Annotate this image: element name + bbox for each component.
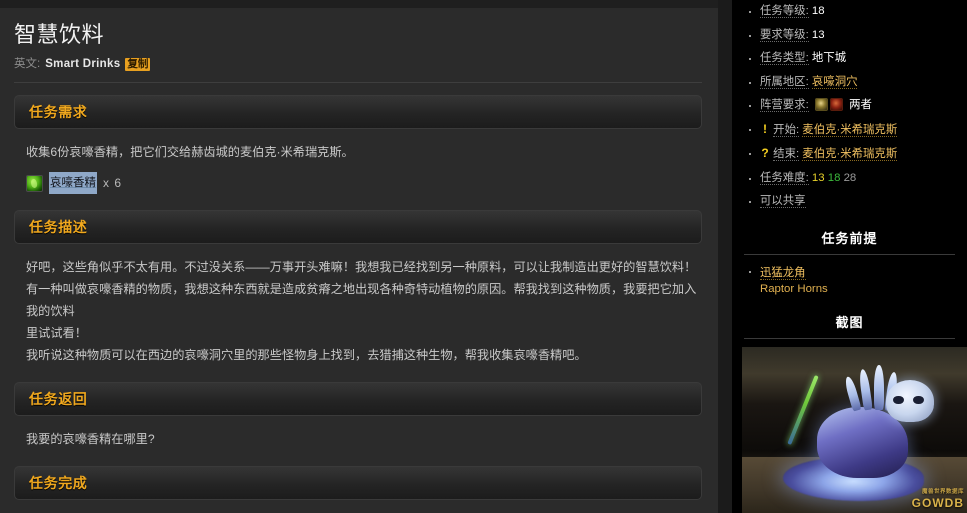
section-header-completion: 任务完成 (14, 466, 702, 500)
info-key-faction: 阵营要求: (760, 99, 809, 112)
info-key-quest-level: 任务等级: (760, 5, 809, 18)
herb-item-icon (26, 174, 43, 192)
prereq-list: 迅猛龙角 Raptor Horns (740, 263, 959, 298)
top-bar (0, 0, 718, 8)
section-title-description: 任务描述 (29, 219, 88, 235)
info-row-zone: 所属地区: 哀嚎洞穴 (746, 71, 959, 95)
section-header-return: 任务返回 (14, 382, 702, 416)
info-row-required-level: 要求等级: 13 (746, 24, 959, 48)
info-value-required-level: 13 (811, 28, 825, 41)
info-value-start-npc-link[interactable]: 麦伯克·米希瑞克斯 (802, 123, 898, 137)
description-line-3: 里试试看！ (26, 326, 87, 340)
watermark-text: GOWDB (911, 495, 964, 510)
exclamation-icon: ! (763, 121, 767, 136)
horde-icon (829, 98, 843, 111)
quest-info-list: 任务等级: 18 要求等级: 13 任务类型: 地下城 所属地区: 哀嚎洞穴 阵… (740, 0, 959, 214)
description-line-4: 我听说这种物质可以在西边的哀嚎洞穴里的那些怪物身上找到，去猎捕这种生物，帮我收集… (26, 348, 587, 362)
ghost-skull-shape (885, 380, 934, 423)
english-label: 英文: (14, 58, 41, 70)
screenshot-image[interactable]: 魔兽世界数据库 GOWDB (742, 346, 967, 513)
section-title-completion: 任务完成 (29, 475, 88, 491)
info-value-zone-link[interactable]: 哀嚎洞穴 (811, 75, 858, 89)
screenshot-divider (744, 337, 955, 339)
section-header-requirements: 任务需求 (14, 95, 702, 129)
info-row-shareable: 可以共享 (746, 190, 959, 214)
info-key-end: 结束: (773, 148, 800, 161)
description-line-1: 好吧，这些角似乎不太有用。不过没关系——万事开头难嘛！我想我已经找到另一种原料，… (26, 260, 697, 274)
quest-page: 智慧饮料 英文: Smart Drinks 复制 任务需求 收集6份哀嚎香精，把… (0, 0, 967, 513)
info-key-shareable: 可以共享 (760, 195, 806, 208)
requirement-item-name[interactable]: 哀嚎香精 (49, 172, 97, 194)
prereq-divider (744, 253, 955, 255)
section-body-completion: 好样的，你找到这东西了!我已经等不及要试试它了。我就知道我会赚一笔大钱的! 谢谢… (14, 500, 702, 513)
return-line-1: 我要的哀嚎香精在哪里? (26, 432, 155, 446)
screenshot-heading: 截图 (835, 314, 864, 330)
info-row-difficulty: 任务难度: 13 18 28 (746, 167, 959, 191)
info-value-quest-type: 地下城 (811, 52, 847, 64)
section-header-description: 任务描述 (14, 210, 702, 244)
prereq-name-cn[interactable]: 迅猛龙角 (760, 266, 806, 280)
difficulty-high: 28 (843, 171, 857, 184)
page-title: 智慧饮料 (14, 22, 105, 47)
description-line-2: 有一种叫做哀嚎香精的物质，我想这种东西就是造成贫瘠之地出现各种奇特动植物的原因。… (26, 282, 697, 318)
info-key-difficulty: 任务难度: (760, 171, 809, 185)
info-key-start: 开始: (773, 123, 800, 137)
info-value-quest-level: 18 (811, 5, 825, 17)
section-body-requirements: 收集6份哀嚎香精，把它们交给赫齿城的麦伯克·米希瑞克斯。 哀嚎香精 x 6 (14, 129, 702, 198)
prereq-list-item[interactable]: 迅猛龙角 Raptor Horns (746, 263, 959, 298)
english-name-row: 英文: Smart Drinks 复制 (14, 56, 702, 72)
info-value-faction: 两者 (849, 99, 872, 111)
prereq-name-en[interactable]: Raptor Horns (760, 281, 959, 298)
difficulty-low: 13 (811, 171, 825, 184)
requirement-item-count: x 6 (103, 176, 123, 190)
watermark: 魔兽世界数据库 GOWDB (912, 487, 964, 509)
english-name: Smart Drinks (45, 58, 121, 70)
requirement-line: 收集6份哀嚎香精，把它们交给赫齿城的麦伯克·米希瑞克斯。 (26, 145, 354, 159)
panel-divider (718, 0, 732, 513)
faction-icon-group (814, 98, 843, 111)
info-key-zone: 所属地区: (760, 75, 809, 89)
info-row-start: ! 开始: 麦伯克·米希瑞克斯 (746, 118, 959, 143)
info-row-faction: 阵营要求: 两者 (746, 94, 959, 118)
question-mark-icon: ? (761, 146, 769, 160)
section-body-return: 我要的哀嚎香精在哪里? (14, 416, 702, 454)
difficulty-mid: 18 (827, 171, 841, 184)
info-row-quest-level: 任务等级: 18 (746, 0, 959, 24)
info-key-required-level: 要求等级: (760, 28, 809, 42)
section-title-return: 任务返回 (29, 391, 88, 407)
watermark-sub: 魔兽世界数据库 (921, 488, 964, 495)
section-body-description: 好吧，这些角似乎不太有用。不过没关系——万事开头难嘛！我想我已经找到另一种原料，… (14, 244, 702, 370)
title-divider (14, 82, 702, 83)
info-value-end-npc-link[interactable]: 麦伯克·米希瑞克斯 (802, 148, 898, 161)
prereq-heading: 任务前提 (821, 230, 878, 246)
quest-main-panel: 智慧饮料 英文: Smart Drinks 复制 任务需求 收集6份哀嚎香精，把… (0, 0, 718, 513)
alliance-icon (814, 98, 828, 111)
info-key-quest-type: 任务类型: (760, 52, 809, 65)
screenshot-thumbnail[interactable]: 魔兽世界数据库 GOWDB 枯木小鬼的截图 (742, 346, 967, 513)
quest-info-sidebar: 任务等级: 18 要求等级: 13 任务类型: 地下城 所属地区: 哀嚎洞穴 阵… (732, 0, 967, 513)
info-row-quest-type: 任务类型: 地下城 (746, 47, 959, 71)
info-row-end: ? 结束: 麦伯克·米希瑞克斯 (746, 142, 959, 167)
copy-button[interactable]: 复制 (125, 57, 151, 71)
requirement-item-row[interactable]: 哀嚎香精 x 6 (26, 172, 698, 194)
section-title-requirements: 任务需求 (29, 104, 88, 120)
